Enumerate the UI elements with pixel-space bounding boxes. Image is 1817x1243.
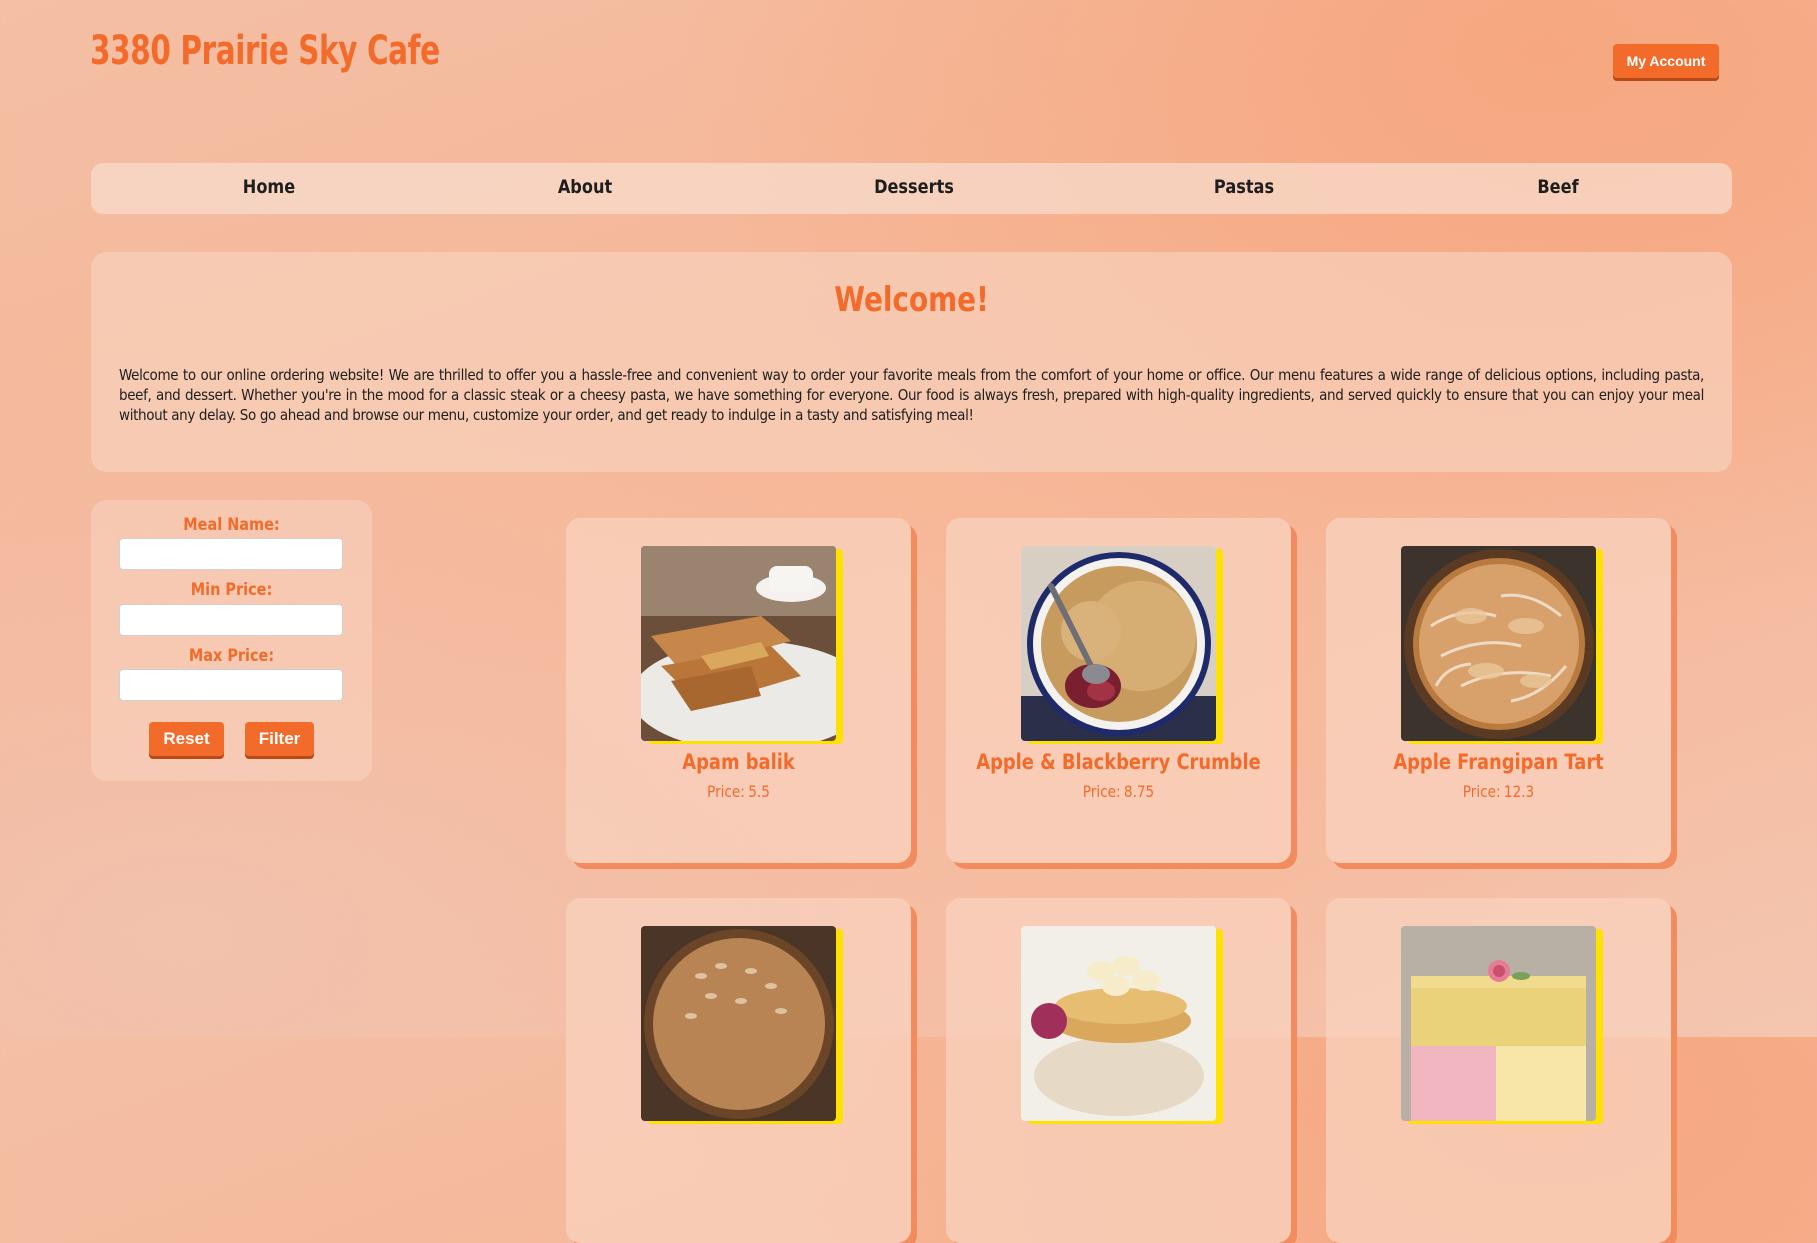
meal-card[interactable]: Apple & Blackberry Crumble Price: 8.75	[946, 518, 1291, 863]
meal-image-apam-balik[interactable]	[641, 546, 836, 741]
nav-item-about[interactable]: About	[558, 176, 612, 198]
main-nav: Home About Desserts Pastas Beef	[91, 163, 1732, 214]
meal-image[interactable]	[1021, 926, 1216, 1121]
meal-name: Apple & Blackberry Crumble	[976, 750, 1261, 774]
meal-price	[1352, 1162, 1645, 1181]
price-value: 12.3	[1503, 782, 1535, 801]
meal-image-apple-blackberry-crumble[interactable]	[1021, 546, 1216, 741]
price-value: 5.5	[748, 782, 770, 801]
welcome-text: Welcome to our online ordering website! …	[119, 366, 1704, 424]
meal-image[interactable]	[641, 926, 836, 1121]
meal-image-apple-frangipan-tart[interactable]	[1401, 546, 1596, 741]
meal-price	[592, 1162, 885, 1181]
meal-name: Apam balik	[682, 750, 795, 774]
nav-item-beef[interactable]: Beef	[1537, 176, 1578, 198]
max-price-input[interactable]	[119, 669, 343, 701]
price-value: 8.75	[1123, 782, 1155, 801]
welcome-title: Welcome!	[834, 280, 989, 320]
min-price-input[interactable]	[119, 604, 343, 636]
meal-card[interactable]	[1326, 898, 1671, 1243]
meal-card[interactable]	[566, 898, 911, 1243]
price-label: Price:	[1462, 782, 1501, 801]
meal-price: Price: 8.75	[972, 782, 1265, 801]
nav-item-home[interactable]: Home	[243, 176, 295, 198]
max-price-label: Max Price:	[188, 646, 275, 666]
nav-item-desserts[interactable]: Desserts	[874, 176, 954, 198]
meal-price	[972, 1162, 1265, 1181]
site-brand[interactable]: 3380 Prairie Sky Cafe	[90, 28, 440, 74]
meal-card[interactable]: Apple Frangipan Tart Price: 12.3	[1326, 518, 1671, 863]
meal-price: Price: 5.5	[592, 782, 885, 801]
meal-price: Price: 12.3	[1352, 782, 1645, 801]
filter-panel: Meal Name: Min Price: Max Price: Reset F…	[91, 500, 372, 781]
reset-button[interactable]: Reset	[149, 722, 224, 756]
min-price-label: Min Price:	[190, 580, 273, 600]
meal-name-input[interactable]	[119, 538, 343, 570]
meal-name-label: Meal Name:	[183, 515, 280, 535]
filter-button[interactable]: Filter	[245, 722, 314, 756]
meal-image[interactable]	[1401, 926, 1596, 1121]
my-account-button[interactable]: My Account	[1613, 44, 1719, 78]
meal-name: Apple Frangipan Tart	[1393, 750, 1604, 774]
meal-card[interactable]	[946, 898, 1291, 1243]
meal-card[interactable]: Apam balik Price: 5.5	[566, 518, 911, 863]
price-label: Price:	[707, 782, 745, 801]
welcome-panel: Welcome! Welcome to our online ordering …	[91, 252, 1732, 472]
nav-item-pastas[interactable]: Pastas	[1214, 176, 1274, 198]
price-label: Price:	[1082, 782, 1121, 801]
